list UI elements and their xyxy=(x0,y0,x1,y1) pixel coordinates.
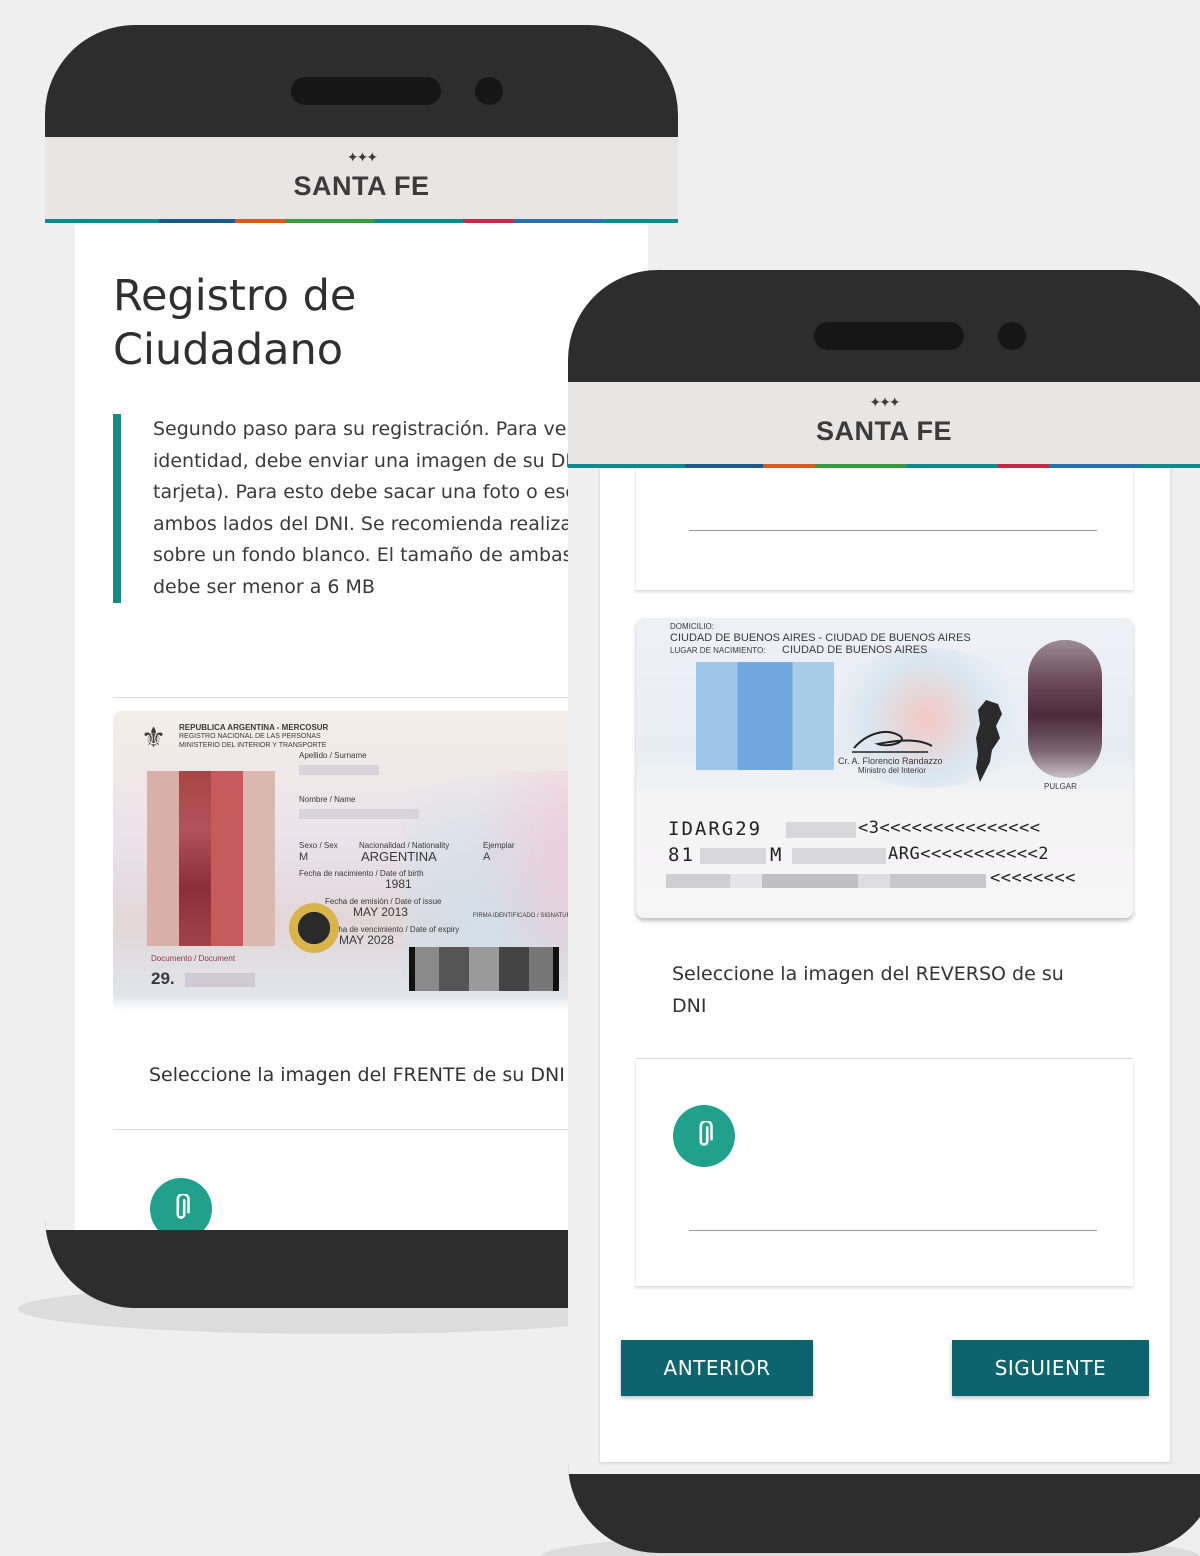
back-image-caption: Seleccione la imagen del REVERSO de su D… xyxy=(672,963,1064,1017)
dni-issue-value: MAY 2013 xyxy=(353,905,408,919)
argentina-map-icon xyxy=(976,700,1002,782)
mrz-line3-end: <<<<<<<< xyxy=(990,868,1076,888)
dni-blurred-area xyxy=(696,662,834,770)
siguiente-button[interactable]: SIGUIENTE xyxy=(952,1340,1149,1396)
dni-nationality-value: ARGENTINA xyxy=(361,849,437,864)
mrz-line2-end: ARG<<<<<<<<<<<2 xyxy=(888,844,1050,864)
dni-thumbprint-blurred xyxy=(1028,640,1102,778)
phone-back-side: ✦✦✦ SANTA FE DOMICILIO: CIUDAD DE BUENOS… xyxy=(568,270,1200,1553)
dni-sex-label: Sexo / Sex xyxy=(299,841,338,850)
dni-signer-title: Ministro del Interior xyxy=(858,766,927,775)
registration-card: Registro de Ciudadano Segundo paso para … xyxy=(75,223,673,1230)
attach-back-button[interactable] xyxy=(673,1105,735,1167)
paperclip-icon xyxy=(176,1194,190,1219)
dni-header-2: REGISTRO NACIONAL DE LAS PERSONAS xyxy=(179,733,321,740)
dni-barcode-blurred xyxy=(409,947,559,991)
phone2-screen: ✦✦✦ SANTA FE DOMICILIO: CIUDAD DE BUENOS… xyxy=(568,382,1200,1474)
stars-icon: ✦✦✦ xyxy=(346,150,378,166)
dni-birth-value: 1981 xyxy=(385,877,412,891)
dni-address-label: DOMICILIO: xyxy=(670,622,715,631)
title-line-2: Ciudadano xyxy=(113,325,344,375)
paperclip-icon xyxy=(699,1121,713,1146)
dni-header-3: MINISTERIO DEL INTERIOR Y TRANSPORTE xyxy=(179,742,327,749)
dni-expiry-value: MAY 2028 xyxy=(339,933,394,947)
phone-speaker xyxy=(814,322,964,350)
dni-back-image[interactable]: DOMICILIO: CIUDAD DE BUENOS AIRES - CIUD… xyxy=(636,618,1133,918)
app-header: ✦✦✦ SANTA FE xyxy=(568,382,1200,468)
dni-header-1: REPUBLICA ARGENTINA - MERCOSUR xyxy=(179,723,329,732)
dni-document-label: Documento / Document xyxy=(151,954,236,963)
brand-name: SANTA FE xyxy=(293,171,430,201)
santa-fe-logo: ✦✦✦ SANTA FE xyxy=(294,151,430,201)
dni-hologram-seal xyxy=(289,903,339,953)
mrz-line1-start: IDARG29 xyxy=(668,818,763,840)
dni-thumb-label: PULGAR xyxy=(1044,782,1077,791)
dni-sex-value: M xyxy=(299,851,309,863)
attach-front-button[interactable] xyxy=(150,1178,212,1230)
front-image-caption: Seleccione la imagen del FRENTE de su DN… xyxy=(149,1064,565,1086)
phone-camera xyxy=(998,322,1026,350)
anterior-button[interactable]: ANTERIOR xyxy=(621,1340,813,1396)
app-header: ✦✦✦ SANTA FE xyxy=(45,137,678,223)
dni-birthplace-label: LUGAR DE NACIMIENTO: xyxy=(670,646,766,655)
signature-icon xyxy=(852,731,933,753)
title-line-1: Registro de xyxy=(113,271,357,321)
dni-signer-name: Cr. A. Florencio Randazzo xyxy=(838,756,943,766)
back-upload-section xyxy=(636,1058,1133,1286)
header-color-stripe xyxy=(568,464,1200,468)
mrz-line1-end: <3<<<<<<<<<<<<<<< xyxy=(858,818,1041,838)
registration-card: DOMICILIO: CIUDAD DE BUENOS AIRES - CIUD… xyxy=(600,442,1170,1462)
phone-camera xyxy=(475,77,503,105)
front-file-field-underline xyxy=(689,530,1097,531)
mrz-line2-start: 81 xyxy=(668,844,695,866)
dni-signature-label: FIRMA IDENTIFICADO / SIGNATURE xyxy=(473,913,575,919)
dni-surname-label: Apellido / Surname xyxy=(299,751,367,760)
santa-fe-logo: ✦✦✦ SANTA FE xyxy=(816,396,952,446)
mrz-line2-mid: M xyxy=(770,844,784,866)
dni-emblem-icon: ⚜ xyxy=(141,722,167,753)
dni-document-number: 29. xyxy=(151,969,175,988)
brand-name: SANTA FE xyxy=(816,416,952,446)
dni-copy-label: Ejemplar xyxy=(483,841,515,850)
dni-photo-blurred xyxy=(147,771,275,946)
dni-copy-value: A xyxy=(483,851,491,863)
page-title: Registro de Ciudadano xyxy=(113,269,356,377)
back-file-field-underline xyxy=(689,1230,1097,1231)
dni-address-value: CIUDAD DE BUENOS AIRES - CIUDAD DE BUENO… xyxy=(670,632,971,644)
dni-name-label: Nombre / Name xyxy=(299,795,356,804)
dni-birthplace-value: CIUDAD DE BUENOS AIRES xyxy=(782,644,928,656)
stars-icon: ✦✦✦ xyxy=(869,395,900,411)
phone-speaker xyxy=(291,77,441,105)
